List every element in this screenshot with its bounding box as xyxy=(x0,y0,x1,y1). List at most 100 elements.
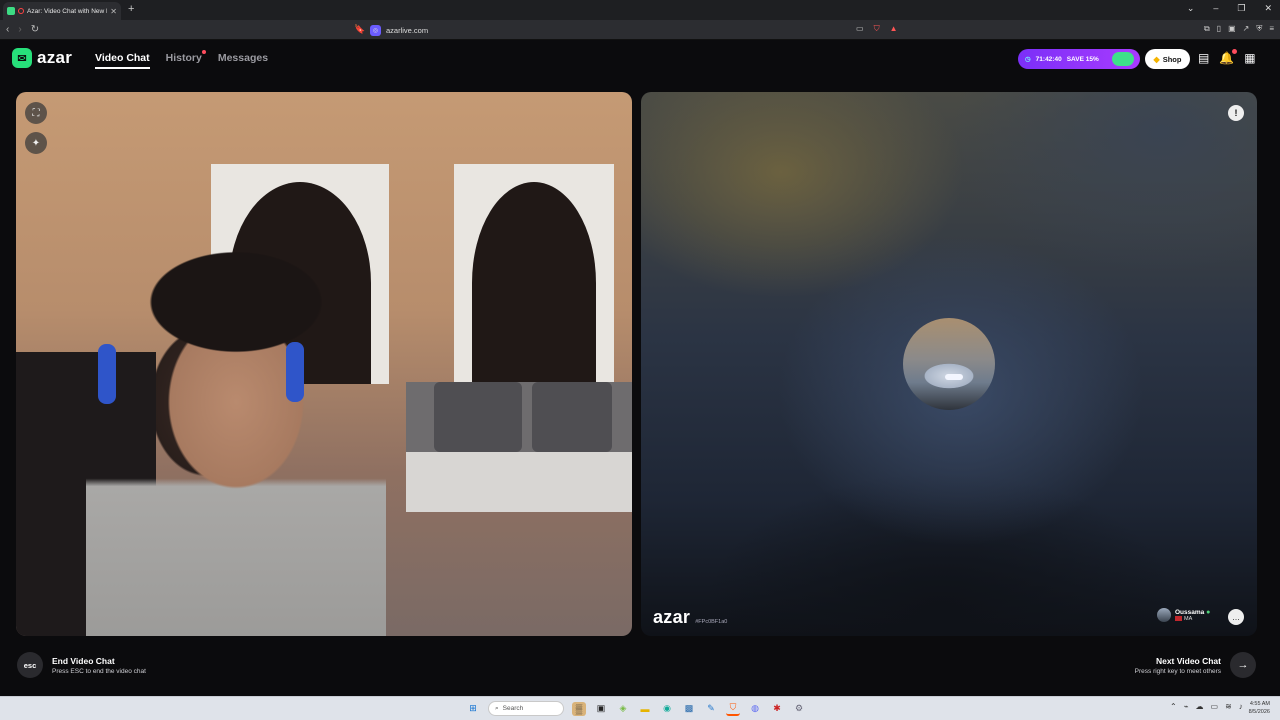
search-icon: ⌕ xyxy=(495,704,499,712)
task-view-icon[interactable]: ▣ xyxy=(594,702,608,716)
inbox-icon[interactable]: ▤ xyxy=(1198,51,1209,65)
window-controls: ⌄ – ❐ ✕ xyxy=(1187,3,1272,14)
peer-name: Oussama xyxy=(1175,608,1205,616)
settings-icon[interactable]: ⚙ xyxy=(792,702,806,716)
end-chat-button[interactable]: esc xyxy=(17,652,43,678)
background-arch xyxy=(454,164,614,384)
timer-icon: ◷ xyxy=(1025,56,1031,63)
next-chat-arrow-icon[interactable]: → xyxy=(1230,652,1256,678)
chat-bubble-icon[interactable]: … xyxy=(1228,609,1244,625)
taskbar-clock[interactable]: 4:55 AM 8/5/2026 xyxy=(1249,700,1270,716)
user-id: #FPc0BF1a0 xyxy=(695,619,728,625)
taskbar-search[interactable]: ⌕ Search xyxy=(488,701,564,716)
promo-timer: 71:42:40 xyxy=(1035,55,1062,63)
headphone xyxy=(98,344,116,404)
chevron-up-icon[interactable]: ⌃ xyxy=(1170,702,1177,711)
end-chat-title: End Video Chat xyxy=(52,656,115,666)
network-icon[interactable]: ⌁ xyxy=(1184,702,1189,711)
shop-button[interactable]: ◆ Shop xyxy=(1145,49,1190,69)
share-icon[interactable]: ↗ xyxy=(1243,24,1250,34)
local-user xyxy=(86,242,386,636)
fullscreen-icon[interactable]: ⛶ xyxy=(25,102,47,124)
brave-shield-icon[interactable]: ⛉ xyxy=(874,24,880,34)
minimize-icon[interactable]: – xyxy=(1213,3,1218,14)
sidebar-icon[interactable]: ▯ xyxy=(1217,24,1221,34)
reload-icon[interactable]: ↻ xyxy=(31,24,39,35)
nav-messages[interactable]: Messages xyxy=(218,52,268,69)
url-field[interactable]: ◎ azarlive.com xyxy=(370,23,910,37)
extensions-icon[interactable]: ⧉ xyxy=(1204,24,1210,34)
notification-badge xyxy=(1232,49,1238,54)
chevron-down-icon[interactable]: ⌄ xyxy=(1187,3,1195,14)
menu-grid-icon[interactable]: ▦ xyxy=(1244,51,1255,65)
browser-tab[interactable]: Azar: Video Chat with New P... ✕ xyxy=(3,2,121,20)
promo-label: SAVE 15% xyxy=(1066,55,1099,63)
cast-icon[interactable]: ▭ xyxy=(856,24,864,34)
nav-history[interactable]: History xyxy=(165,50,206,69)
recording-icon xyxy=(18,8,24,14)
gem-icon: ◆ xyxy=(1153,54,1160,64)
display-icon[interactable]: ▭ xyxy=(1211,702,1219,711)
azar-watermark: azar #FPc0BF1a0 xyxy=(653,607,727,628)
report-shield-icon[interactable]: ! xyxy=(1228,105,1244,121)
navigation-buttons: ‹ › ↻ xyxy=(6,24,39,35)
background-cushion xyxy=(532,382,612,452)
end-chat-hint: Press ESC to end the video chat xyxy=(52,668,146,675)
volume-icon[interactable]: ♪ xyxy=(1239,702,1243,711)
store-icon[interactable]: ▩ xyxy=(682,702,696,716)
verified-icon: ● xyxy=(1206,608,1211,616)
peer-info[interactable]: Oussama ● MA xyxy=(1157,608,1210,622)
restore-icon[interactable]: ❐ xyxy=(1237,3,1245,14)
brave-rewards-icon[interactable]: ▲ xyxy=(890,24,898,34)
tab-title: Azar: Video Chat with New P... xyxy=(27,7,108,15)
site-info-icon[interactable]: ◎ xyxy=(370,24,381,36)
peer-avatar xyxy=(1157,608,1171,622)
app-icon[interactable]: ✱ xyxy=(770,702,784,716)
discord-icon[interactable]: ◍ xyxy=(748,702,762,716)
gem-icon xyxy=(1112,52,1134,66)
azar-logo-icon: ✉ xyxy=(12,48,32,68)
taskbar-apps: ⊞ ⌕ Search ▒ ▣ ◈ ▬ ◉ ▩ ✎ ⛉ ◍ ✱ ⚙ xyxy=(466,701,806,716)
vpn-icon[interactable]: ⛨ xyxy=(1256,24,1262,34)
file-explorer-icon[interactable]: ▬ xyxy=(638,702,652,716)
back-icon[interactable]: ‹ xyxy=(6,24,9,35)
cloud-icon[interactable]: ☁ xyxy=(1196,702,1204,711)
address-bar: ‹ › ↻ 🔖 ◎ azarlive.com ▭ ⛉ ▲ ⧉ ▯ ▣ ↗ ⛨ ≡ xyxy=(0,20,1280,40)
promo-banner[interactable]: ◷ 71:42:40 SAVE 15% xyxy=(1018,49,1140,69)
close-tab-icon[interactable]: ✕ xyxy=(110,7,117,16)
background-cushion xyxy=(434,382,522,452)
wallet-icon[interactable]: ▣ xyxy=(1228,24,1236,34)
azar-favicon-icon xyxy=(7,7,15,15)
nav-video-chat[interactable]: Video Chat xyxy=(95,52,150,69)
remote-avatar xyxy=(903,318,995,410)
background-seat xyxy=(406,452,632,512)
peer-country: MA xyxy=(1184,615,1193,622)
logo-text: azar xyxy=(37,48,73,67)
windows-taskbar: ⊞ ⌕ Search ▒ ▣ ◈ ▬ ◉ ▩ ✎ ⛉ ◍ ✱ ⚙ ⌃ ⌁ ☁ ▭… xyxy=(0,696,1280,720)
brave-icon[interactable]: ⛉ xyxy=(726,702,740,716)
azar-logo[interactable]: ✉ azar xyxy=(12,48,72,68)
copilot-icon[interactable]: ◈ xyxy=(616,702,630,716)
browser-toolbar-icons: ⧉ ▯ ▣ ↗ ⛨ ≡ xyxy=(1204,24,1274,34)
menu-icon[interactable]: ≡ xyxy=(1269,24,1274,34)
magic-wand-icon[interactable]: ✦ xyxy=(25,132,47,154)
wifi-icon[interactable]: ≋ xyxy=(1225,702,1232,711)
address-bar-actions: ▭ ⛉ ▲ xyxy=(856,24,897,34)
start-icon[interactable]: ⊞ xyxy=(466,702,480,716)
bookmark-icon[interactable]: 🔖 xyxy=(354,24,365,35)
widgets-icon[interactable]: ▒ xyxy=(572,701,586,716)
header-icons: ▤ 🔔 ▦ xyxy=(1198,49,1256,65)
car-headlight xyxy=(945,374,963,380)
vscode-icon[interactable]: ✎ xyxy=(704,702,718,716)
bell-icon[interactable]: 🔔 xyxy=(1219,49,1238,65)
close-icon[interactable]: ✕ xyxy=(1264,3,1272,14)
forward-icon[interactable]: › xyxy=(18,24,21,35)
flag-icon xyxy=(1175,616,1182,621)
app-header: ✉ azar Video Chat History Messages ◷ 71:… xyxy=(0,41,1280,81)
nav-history-label: History xyxy=(165,52,202,64)
new-tab-button[interactable]: + xyxy=(128,3,134,15)
edge-icon[interactable]: ◉ xyxy=(660,702,674,716)
clock-time: 4:55 AM xyxy=(1249,701,1270,707)
next-chat-title: Next Video Chat xyxy=(1155,656,1221,666)
system-tray: ⌃ ⌁ ☁ ▭ ≋ ♪ xyxy=(1170,702,1243,711)
